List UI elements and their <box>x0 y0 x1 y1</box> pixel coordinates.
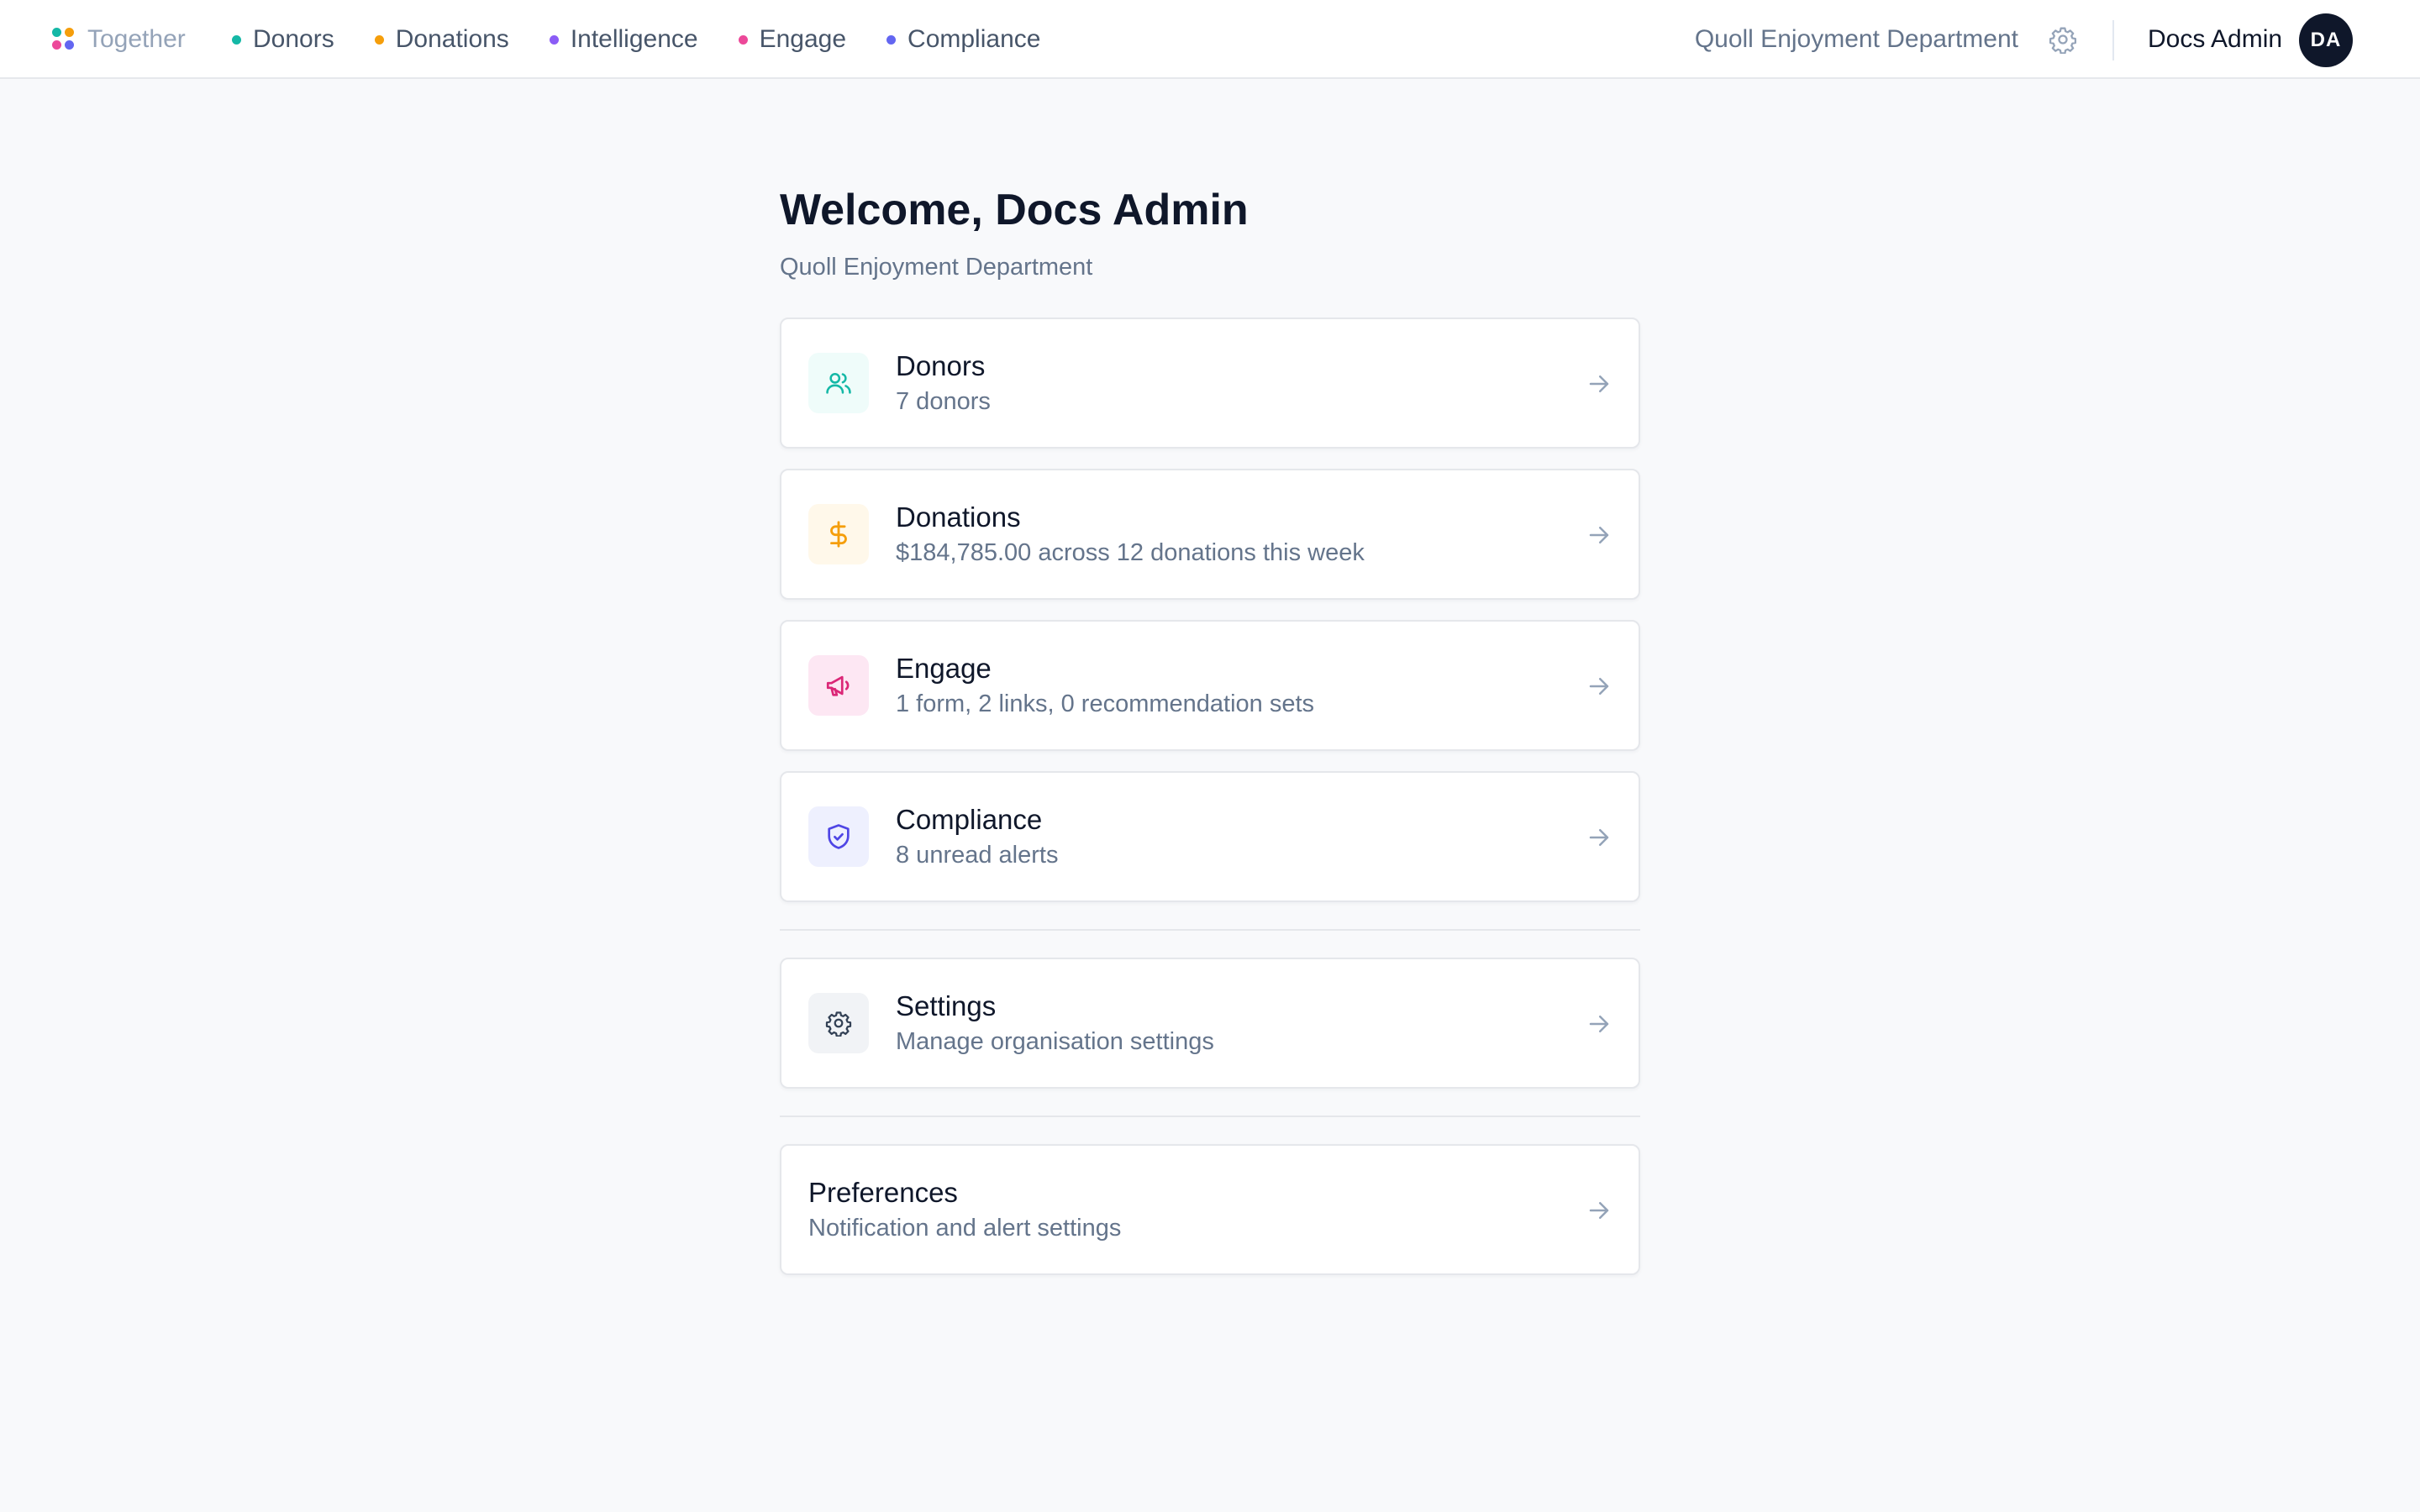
card-preferences[interactable]: Preferences Notification and alert setti… <box>780 1144 1640 1275</box>
nav-item-compliance[interactable]: Compliance <box>886 25 1040 54</box>
card-title: Donations <box>896 501 1021 533</box>
card-description: 8 unread alerts <box>896 842 1059 869</box>
card-engage[interactable]: Engage 1 form, 2 links, 0 recommendation… <box>780 620 1640 751</box>
arrow-right-icon <box>1589 829 1609 846</box>
card-description: 7 donors <box>896 388 991 415</box>
megaphone-icon <box>808 655 869 716</box>
section-divider <box>780 1116 1640 1117</box>
top-navigation-bar: Together Donors Donations Intelligence E… <box>0 0 2420 79</box>
card-donations[interactable]: Donations $184,785.00 across 12 donation… <box>780 469 1640 600</box>
nav-item-label: Engage <box>759 25 847 53</box>
nav-item-intelligence[interactable]: Intelligence <box>549 25 698 54</box>
nav-item-donors[interactable]: Donors <box>232 25 334 54</box>
brand-logo-icon <box>52 28 76 51</box>
nav-item-engage[interactable]: Engage <box>738 25 847 54</box>
brand-name: Together <box>87 25 186 53</box>
card-settings[interactable]: Settings Manage organisation settings <box>780 958 1640 1089</box>
brand-logo-link[interactable]: Together <box>52 0 186 79</box>
nav-dot-icon <box>886 34 897 45</box>
shield-icon <box>808 806 869 867</box>
card-title: Settings <box>896 990 997 1021</box>
arrow-right-icon <box>1589 678 1609 695</box>
nav-dot-icon <box>738 34 748 45</box>
nav-dot-icon <box>374 34 384 45</box>
gear-icon <box>808 993 869 1053</box>
card-donors[interactable]: Donors 7 donors <box>780 318 1640 449</box>
users-icon <box>808 353 869 413</box>
nav-item-label: Donors <box>253 25 334 53</box>
user-name[interactable]: Docs Admin <box>2148 0 2282 79</box>
page-subtitle: Quoll Enjoyment Department <box>780 254 1093 281</box>
arrow-right-icon <box>1589 527 1609 543</box>
card-title: Donors <box>896 350 986 381</box>
organisation-switcher[interactable]: Quoll Enjoyment Department <box>1695 0 2018 79</box>
nav-item-label: Intelligence <box>570 25 698 53</box>
main-nav: Donors Donations Intelligence Engage Com… <box>232 0 1081 79</box>
dollar-icon <box>808 504 869 564</box>
card-description: 1 form, 2 links, 0 recommendation sets <box>896 690 1315 717</box>
card-title: Compliance <box>896 804 1043 835</box>
page-title: Welcome, Docs Admin <box>780 186 1249 234</box>
settings-gear-icon[interactable] <box>2049 25 2077 54</box>
card-compliance[interactable]: Compliance 8 unread alerts <box>780 771 1640 902</box>
user-avatar[interactable]: DA <box>2299 13 2353 67</box>
section-divider <box>780 929 1640 931</box>
card-description: $184,785.00 across 12 donations this wee… <box>896 539 1365 566</box>
card-title: Preferences <box>808 1177 958 1208</box>
arrow-right-icon <box>1589 1016 1609 1032</box>
nav-dot-icon <box>549 34 559 45</box>
home-dashboard: Welcome, Docs Admin Quoll Enjoyment Depa… <box>780 176 1640 1275</box>
card-title: Engage <box>896 653 992 684</box>
arrow-right-icon <box>1589 1202 1609 1219</box>
card-description: Notification and alert settings <box>808 1215 1122 1242</box>
nav-item-label: Donations <box>395 25 509 53</box>
nav-dot-icon <box>232 34 241 45</box>
card-description: Manage organisation settings <box>896 1028 1214 1055</box>
nav-item-donations[interactable]: Donations <box>374 25 509 54</box>
nav-item-label: Compliance <box>908 25 1041 53</box>
header-divider <box>2112 20 2114 60</box>
arrow-right-icon <box>1589 375 1609 392</box>
